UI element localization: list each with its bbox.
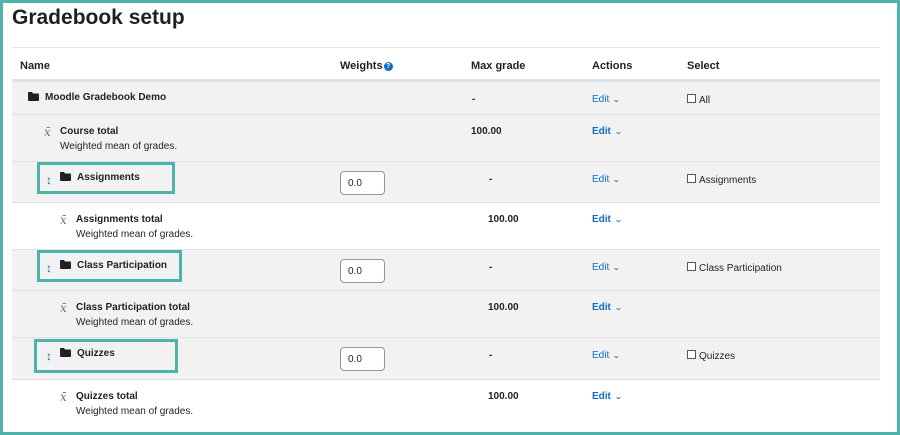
category-name-label: Moodle Gradebook Demo xyxy=(45,92,167,103)
total-description: Weighted mean of grades. xyxy=(60,141,178,152)
column-header-weights-label: Weights xyxy=(340,60,383,72)
select-checkbox[interactable]: Class Participation xyxy=(687,262,782,274)
total-description: Weighted mean of grades. xyxy=(76,229,194,240)
edit-link: Edit xyxy=(592,391,611,402)
total-name: Course total xyxy=(60,126,119,137)
chevron-down-icon: ⌄ xyxy=(613,392,623,401)
checkbox-icon xyxy=(687,174,696,183)
x-bar-mean-icon: x̄ xyxy=(60,390,67,404)
column-header-name: Name xyxy=(20,60,50,72)
edit-menu[interactable]: Edit ⌄ xyxy=(592,174,621,185)
table-row: x̄ Class Participation total Weighted me… xyxy=(12,290,880,338)
checkbox-icon xyxy=(687,350,696,359)
chevron-down-icon: ⌄ xyxy=(612,263,621,272)
edit-link: Edit xyxy=(592,174,610,185)
category-name: Moodle Gradebook Demo xyxy=(28,92,166,103)
column-header-weights: Weights? xyxy=(340,60,393,72)
edit-menu[interactable]: Edit ⌄ xyxy=(592,94,621,105)
page-title: Gradebook setup xyxy=(12,6,185,29)
checkbox-label: Quizzes xyxy=(699,351,736,362)
chevron-down-icon: ⌄ xyxy=(612,351,621,360)
table-row: x̄ Quizzes total Weighted mean of grades… xyxy=(12,379,880,427)
max-grade: 100.00 xyxy=(488,214,519,225)
column-header-max-grade: Max grade xyxy=(471,60,526,72)
table-row: Moodle Gradebook Demo - Edit ⌄ All xyxy=(12,81,880,115)
edit-menu[interactable]: Edit ⌄ xyxy=(592,350,621,361)
chevron-down-icon: ⌄ xyxy=(613,127,623,136)
checkbox-label: Assignments xyxy=(699,175,757,186)
edit-link: Edit xyxy=(592,214,611,225)
max-grade: 100.00 xyxy=(488,391,519,402)
total-name: Assignments total xyxy=(76,214,163,225)
edit-menu[interactable]: Edit ⌄ xyxy=(592,302,623,313)
checkbox-icon xyxy=(687,262,696,271)
x-bar-mean-icon: x̄ xyxy=(44,125,51,139)
max-grade: 100.00 xyxy=(471,126,502,137)
total-name: Class Participation total xyxy=(76,302,190,313)
checkbox-icon xyxy=(687,94,696,103)
select-all-checkbox[interactable]: All xyxy=(687,94,710,106)
checkbox-label: All xyxy=(699,95,711,106)
max-grade: 100.00 xyxy=(488,302,519,313)
edit-link: Edit xyxy=(592,350,610,361)
column-header-actions: Actions xyxy=(592,60,633,72)
edit-menu[interactable]: Edit ⌄ xyxy=(592,391,623,402)
edit-link: Edit xyxy=(592,302,611,313)
select-checkbox[interactable]: Quizzes xyxy=(687,350,735,362)
table-row: x̄ Course total Weighted mean of grades.… xyxy=(12,114,880,162)
edit-menu[interactable]: Edit ⌄ xyxy=(592,126,623,137)
title-divider xyxy=(12,47,880,48)
highlight-box-class-participation xyxy=(37,250,182,282)
table-row: x̄ Assignments total Weighted mean of gr… xyxy=(12,202,880,250)
checkbox-label: Class Participation xyxy=(699,263,782,274)
x-bar-mean-icon: x̄ xyxy=(60,213,67,227)
edit-link: Edit xyxy=(592,94,610,105)
edit-menu[interactable]: Edit ⌄ xyxy=(592,262,621,273)
weight-input[interactable] xyxy=(340,347,385,371)
weight-input[interactable] xyxy=(340,259,385,283)
highlight-box-quizzes xyxy=(34,339,178,373)
help-icon[interactable]: ? xyxy=(383,62,393,71)
total-name: Quizzes total xyxy=(76,391,138,402)
column-header-select: Select xyxy=(687,60,720,72)
chevron-down-icon: ⌄ xyxy=(613,303,623,312)
max-grade: - xyxy=(489,350,493,361)
total-description: Weighted mean of grades. xyxy=(76,317,194,328)
weight-input[interactable] xyxy=(340,171,385,195)
max-grade: - xyxy=(489,174,493,185)
x-bar-mean-icon: x̄ xyxy=(60,301,67,315)
chevron-down-icon: ⌄ xyxy=(612,175,621,184)
max-grade: - xyxy=(489,262,493,273)
chevron-down-icon: ⌄ xyxy=(613,215,623,224)
highlight-box-assignments xyxy=(37,162,175,194)
total-description: Weighted mean of grades. xyxy=(76,406,194,417)
folder-icon xyxy=(28,92,39,101)
max-grade: - xyxy=(472,94,476,105)
edit-link: Edit xyxy=(592,262,610,273)
chevron-down-icon: ⌄ xyxy=(612,95,621,104)
select-checkbox[interactable]: Assignments xyxy=(687,174,756,186)
edit-link: Edit xyxy=(592,126,611,137)
edit-menu[interactable]: Edit ⌄ xyxy=(592,214,623,225)
